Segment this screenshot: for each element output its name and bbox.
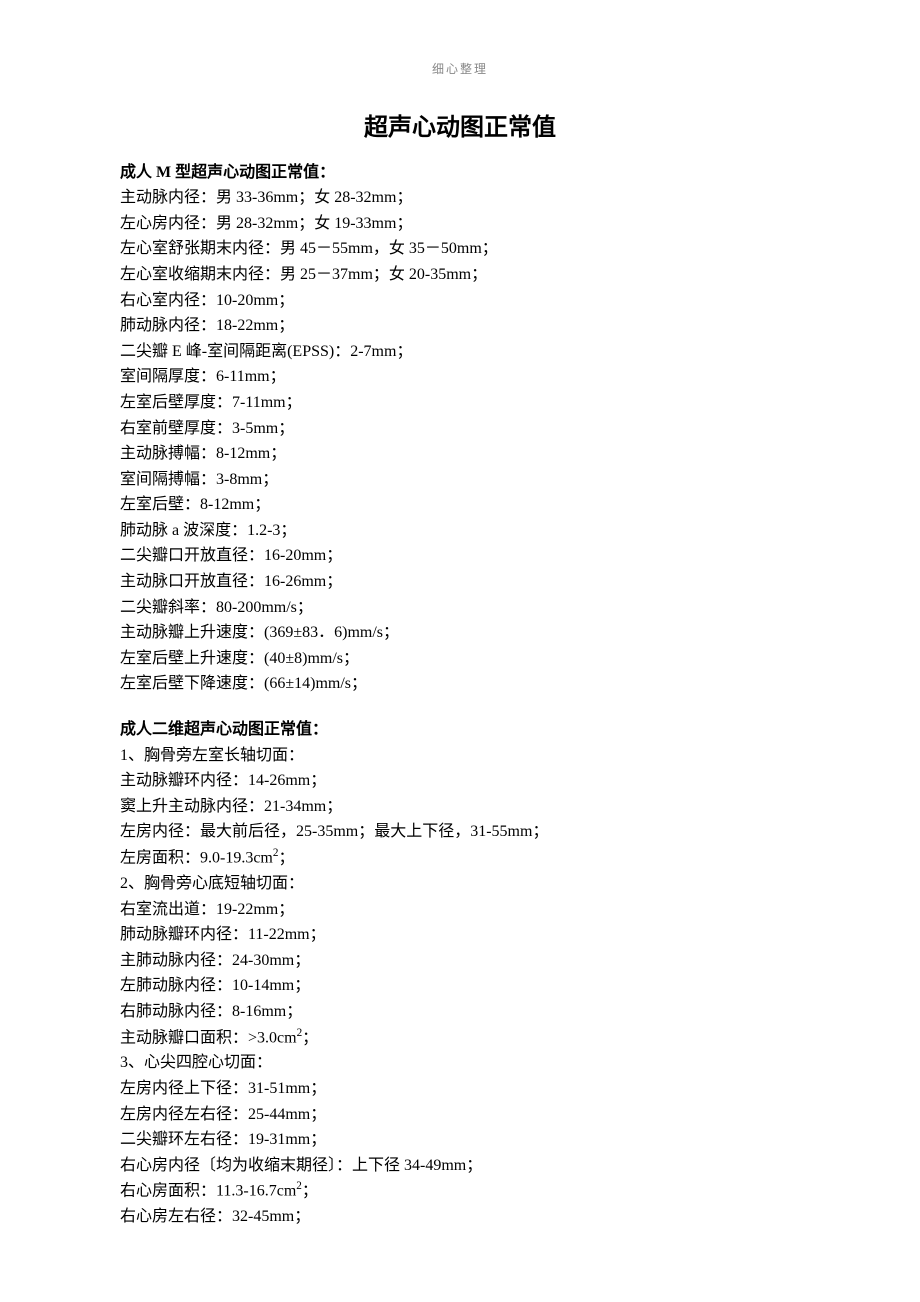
text-line: 3、心尖四腔心切面：	[120, 1050, 800, 1076]
text-line: 右心房左右径：32-45mm；	[120, 1204, 800, 1230]
text-line: 右肺动脉内径：8-16mm；	[120, 999, 800, 1025]
text-line: 右心室内径：10-20mm；	[120, 288, 800, 314]
text-line: 主动脉搏幅：8-12mm；	[120, 441, 800, 467]
text-line: 2、胸骨旁心底短轴切面：	[120, 871, 800, 897]
text-line: 二尖瓣 E 峰-室间隔距离(EPSS)：2-7mm；	[120, 339, 800, 365]
text-line: 肺动脉内径：18-22mm；	[120, 313, 800, 339]
text-line: 肺动脉瓣环内径：11-22mm；	[120, 922, 800, 948]
text-line: 室间隔搏幅：3-8mm；	[120, 467, 800, 493]
section-2-title: 成人二维超声心动图正常值：	[120, 717, 800, 743]
text-line: 左房内径：最大前后径，25-35mm；最大上下径，31-55mm；	[120, 819, 800, 845]
page-header: 细心整理	[120, 60, 800, 79]
text-line: 二尖瓣环左右径：19-31mm；	[120, 1127, 800, 1153]
text-line: 左房内径上下径：31-51mm；	[120, 1076, 800, 1102]
text-line: 室间隔厚度：6-11mm；	[120, 364, 800, 390]
text-line: 1、胸骨旁左室长轴切面：	[120, 743, 800, 769]
section-2-body: 1、胸骨旁左室长轴切面： 主动脉瓣环内径：14-26mm； 窦上升主动脉内径：2…	[120, 743, 800, 1230]
text-line: 右室流出道：19-22mm；	[120, 897, 800, 923]
text-line: 窦上升主动脉内径：21-34mm；	[120, 794, 800, 820]
text-line: 主动脉口开放直径：16-26mm；	[120, 569, 800, 595]
text-line: 二尖瓣斜率：80-200mm/s；	[120, 595, 800, 621]
text-line: 主动脉瓣上升速度：(369±83．6)mm/s；	[120, 620, 800, 646]
text-line: 右心房面积：11.3-16.7cm2；	[120, 1178, 800, 1204]
text-line: 左室后壁：8-12mm；	[120, 492, 800, 518]
text-line: 左心室收缩期末内径：男 25－37mm；女 20-35mm；	[120, 262, 800, 288]
text-line: 主肺动脉内径：24-30mm；	[120, 948, 800, 974]
text-line: 左室后壁上升速度：(40±8)mm/s；	[120, 646, 800, 672]
text-line: 左室后壁厚度：7-11mm；	[120, 390, 800, 416]
text-line: 左房内径左右径：25-44mm；	[120, 1102, 800, 1128]
section-1-body: 主动脉内径：男 33-36mm；女 28-32mm； 左心房内径：男 28-32…	[120, 185, 800, 697]
text-line: 主动脉内径：男 33-36mm；女 28-32mm；	[120, 185, 800, 211]
text-line: 主动脉瓣口面积：>3.0cm2；	[120, 1025, 800, 1051]
text-line: 肺动脉 a 波深度：1.2-3；	[120, 518, 800, 544]
text-line: 左室后壁下降速度：(66±14)mm/s；	[120, 671, 800, 697]
text-line: 右室前壁厚度：3-5mm；	[120, 416, 800, 442]
text-line: 左肺动脉内径：10-14mm；	[120, 973, 800, 999]
document-title: 超声心动图正常值	[120, 109, 800, 147]
text-line: 二尖瓣口开放直径：16-20mm；	[120, 543, 800, 569]
section-1-title: 成人 M 型超声心动图正常值：	[120, 160, 800, 186]
text-line: 右心房内径〔均为收缩末期径〕：上下径 34-49mm；	[120, 1153, 800, 1179]
text-line: 主动脉瓣环内径：14-26mm；	[120, 768, 800, 794]
text-line: 左心房内径：男 28-32mm；女 19-33mm；	[120, 211, 800, 237]
text-line: 左心室舒张期末内径：男 45－55mm，女 35－50mm；	[120, 236, 800, 262]
text-line: 左房面积：9.0-19.3cm2；	[120, 845, 800, 871]
